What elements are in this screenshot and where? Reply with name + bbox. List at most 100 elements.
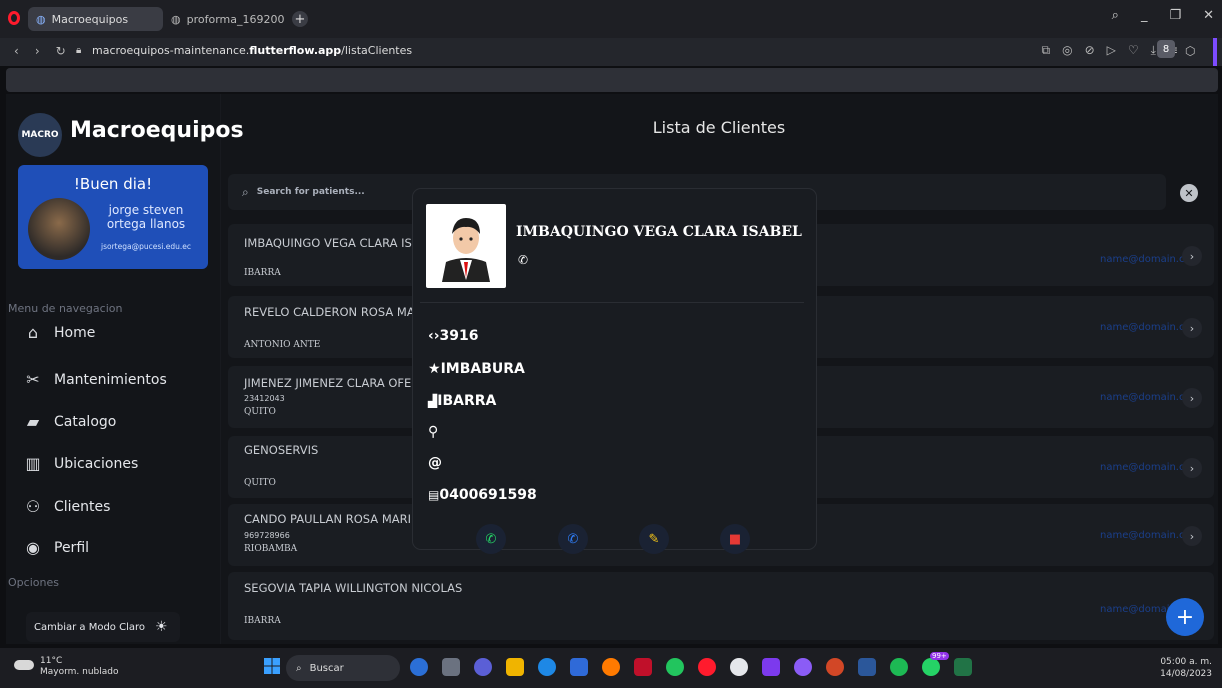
taskbar-apps: 99+ [410, 652, 972, 676]
store-icon[interactable] [570, 658, 588, 676]
whatsapp-icon[interactable]: 99+ [922, 652, 949, 676]
sidebar-item-clientes[interactable]: ⚇ Clientes [22, 497, 111, 516]
clear-search-button[interactable]: ✕ [1180, 184, 1198, 202]
modal-code: 3916 [439, 328, 479, 344]
camera-icon[interactable]: ◎ [1062, 43, 1072, 58]
forward-icon[interactable]: › [35, 44, 40, 58]
taskbar-search[interactable]: ⌕ Buscar [286, 655, 400, 681]
app-icon-8[interactable] [634, 658, 652, 676]
chevron-right-icon[interactable]: › [1182, 388, 1202, 408]
search-icon: ⌕ [296, 662, 302, 674]
profile-button[interactable]: 8 [1157, 40, 1175, 58]
modal-city: IBARRA [437, 393, 497, 409]
modal-province-row: ★ IMBABURA [428, 361, 525, 377]
edit-button[interactable]: ✎ [639, 524, 669, 554]
app-icon-2[interactable] [442, 658, 460, 676]
app-icon-9[interactable] [666, 658, 684, 676]
extensions-icon[interactable]: ⬡ [1185, 44, 1195, 58]
play-icon[interactable]: ▷ [1107, 43, 1116, 58]
sidebar-item-ubicaciones[interactable]: ▥ Ubicaciones [22, 454, 138, 473]
modal-city-row: ▟ IBARRA [428, 393, 496, 409]
client-name: SEGOVIA TAPIA WILLINGTON NICOLAS [244, 581, 463, 595]
client-phone: 23412043 [244, 394, 285, 403]
tab-macroequipos[interactable]: ◍ Macroequipos [28, 7, 163, 31]
client-avatar [426, 204, 506, 288]
page-title: Lista de Clientes [652, 118, 786, 137]
app-icon-12[interactable] [762, 658, 780, 676]
sidebar-item-label: Perfil [54, 539, 90, 556]
spotify-icon[interactable] [890, 658, 908, 676]
share-icon[interactable]: ⧉ [1042, 43, 1051, 58]
new-tab-button[interactable]: + [292, 11, 308, 27]
minimize-button[interactable]: _ [1141, 8, 1148, 23]
tools-icon: ✂ [26, 370, 40, 389]
map-icon: ▥ [25, 454, 41, 473]
chevron-right-icon[interactable]: › [1182, 318, 1202, 338]
search-icon[interactable]: ⌕ [1112, 8, 1119, 23]
sidebar-item-catalogo[interactable]: ▰ Catalogo [22, 412, 117, 431]
edge-icon[interactable] [538, 658, 556, 676]
sidebar-item-home[interactable]: ⌂ Home [22, 323, 95, 342]
user-name: jorge steven ortega llanos [106, 203, 186, 231]
tab-proforma[interactable]: ◍ proforma_169200717413 [163, 7, 293, 31]
delete-button[interactable]: ■ [720, 524, 750, 554]
download-icon[interactable]: ⤓ [1151, 43, 1156, 58]
client-city: ANTONIO ANTE [244, 340, 321, 350]
greeting: !Buen dia! [73, 175, 153, 193]
add-client-button[interactable]: + [1166, 598, 1204, 636]
reload-icon[interactable]: ↻ [56, 44, 66, 58]
word-icon[interactable] [858, 658, 876, 676]
windows-start-icon[interactable] [264, 658, 280, 674]
id-card-icon: ▤ [428, 488, 440, 502]
folder-icon[interactable] [506, 658, 524, 676]
powerpoint-icon[interactable] [826, 658, 844, 676]
modal-id-number: 0400691598 [439, 487, 537, 503]
chevron-right-icon[interactable]: › [1182, 526, 1202, 546]
modal-email-row: @ [428, 455, 442, 471]
opera-logo-icon[interactable] [8, 11, 20, 25]
sidebar-item-perfil[interactable]: ◉ Perfil [22, 538, 89, 557]
call-button[interactable]: ✆ [558, 524, 588, 554]
cloud-icon [14, 660, 34, 670]
clock[interactable]: 05:00 a. m. 14/08/2023 [1150, 656, 1212, 680]
app-icon-13[interactable] [794, 658, 812, 676]
firefox-icon[interactable] [602, 658, 620, 676]
app-icon-1[interactable] [410, 658, 428, 676]
app-icon-11[interactable] [730, 658, 748, 676]
url-text[interactable]: macroequipos-maintenance.flutterflow.app… [92, 44, 412, 57]
app-icon-3[interactable] [474, 658, 492, 676]
close-button[interactable]: ✕ [1203, 8, 1214, 23]
person-icon [442, 218, 490, 282]
back-icon[interactable]: ‹ [14, 44, 19, 58]
client-name: JIMENEZ JIMENEZ CLARA OFEI [244, 376, 415, 390]
opera-icon[interactable] [698, 658, 716, 676]
light-mode-button[interactable]: Cambiar a Modo Claro ☀ [26, 612, 180, 642]
shield-icon[interactable]: ⊘ [1085, 43, 1095, 58]
client-city: IBARRA [244, 616, 281, 626]
heart-icon[interactable]: ♡ [1128, 43, 1139, 58]
sidebar-item-mantenimientos[interactable]: ✂ Mantenimientos [22, 370, 167, 389]
url-domain: flutterflow.app [249, 44, 342, 57]
sidebar-item-label: Mantenimientos [54, 371, 167, 388]
brand-name: Macroequipos [70, 118, 244, 143]
restore-button[interactable]: ❐ [1169, 8, 1181, 23]
people-icon: ⚇ [25, 497, 41, 516]
user-email: jsortega@pucesi.edu.ec [101, 242, 191, 251]
nav-buttons: ‹ › ↻ [14, 44, 66, 58]
modal-id-row: ▤ 0400691598 [428, 487, 537, 503]
avatar[interactable] [28, 198, 90, 260]
notification-badge: 99+ [930, 652, 949, 660]
client-city: IBARRA [244, 268, 281, 278]
clock-time: 05:00 a. m. [1160, 657, 1212, 667]
excel-icon[interactable] [954, 658, 972, 676]
client-name: CANDO PAULLAN ROSA MARI [244, 512, 411, 526]
url-prefix: macroequipos-maintenance. [92, 44, 250, 57]
nav-header: Menu de navegacion [8, 302, 123, 315]
globe-icon: ◍ [36, 12, 46, 26]
sidebar-item-label: Home [54, 324, 96, 341]
chevron-right-icon[interactable]: › [1182, 458, 1202, 478]
at-icon: @ [428, 455, 442, 471]
tab-label: Macroequipos [51, 12, 129, 26]
whatsapp-button[interactable]: ✆ [476, 524, 506, 554]
chevron-right-icon[interactable]: › [1182, 246, 1202, 266]
